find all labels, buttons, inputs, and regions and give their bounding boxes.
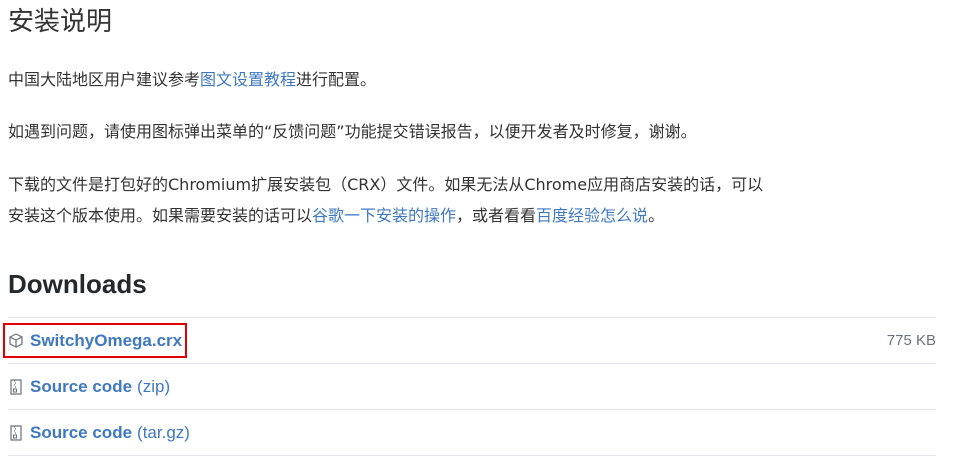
download-filename: SwitchyOmega.crx [30, 330, 183, 350]
download-format: (tar.gz) [137, 422, 190, 442]
paragraph-feedback: 如遇到问题，请使用图标弹出菜单的“反馈问题”功能提交错误报告，以便开发者及时修复… [8, 122, 697, 141]
text: 安装这个版本使用。如果需要安装的话可以 [8, 206, 313, 225]
download-link-source-zip[interactable]: Source code (zip) [8, 377, 170, 397]
download-filename: Source code [30, 422, 133, 442]
downloads-list: SwitchyOmega.crx 775 KB Source code (zip… [3, 317, 936, 456]
baidu-experience-link[interactable]: 百度经验怎么说 [536, 206, 648, 225]
setup-tutorial-link[interactable]: 图文设置教程 [200, 70, 296, 89]
text: 进行配置。 [296, 70, 377, 89]
download-row-zip: Source code (zip) [8, 363, 936, 409]
text: 下载的文件是打包好的Chromium扩展安装包（CRX）文件。如果无法从Chro… [8, 175, 764, 194]
download-link-crx[interactable]: SwitchyOmega.crx [8, 331, 182, 351]
download-filename: Source code [30, 376, 133, 396]
package-icon [8, 332, 24, 350]
paragraph-crx-info: 下载的文件是打包好的Chromium扩展安装包（CRX）文件。如果无法从Chro… [8, 169, 938, 231]
downloads-heading: Downloads [8, 269, 147, 299]
download-link-source-targz[interactable]: Source code (tar.gz) [8, 423, 190, 443]
text: ，或者看看 [456, 206, 537, 225]
file-size: 775 KB [886, 332, 936, 349]
text: 。 [648, 206, 665, 225]
file-zip-icon [8, 378, 24, 396]
install-instructions-heading: 安装说明 [8, 7, 113, 37]
download-format: (zip) [137, 376, 171, 396]
download-row-crx: SwitchyOmega.crx 775 KB [3, 317, 936, 363]
file-zip-icon [8, 424, 24, 442]
text: 中国大陆地区用户建议参考 [8, 70, 201, 89]
download-row-targz: Source code (tar.gz) [8, 409, 936, 456]
paragraph-setup-guide: 中国大陆地区用户建议参考图文设置教程进行配置。 [8, 64, 938, 95]
google-install-link[interactable]: 谷歌一下安装的操作 [312, 206, 456, 225]
